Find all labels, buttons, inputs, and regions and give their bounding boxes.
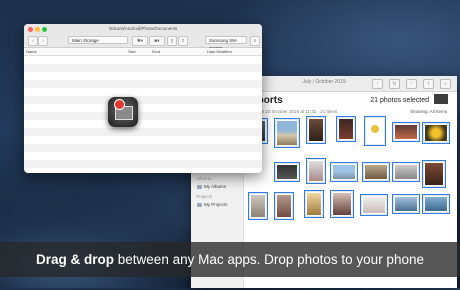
sidebar-section-albums: Albums (196, 176, 212, 181)
forward-icon[interactable]: › (38, 36, 48, 46)
photo-thumbnail[interactable] (274, 118, 300, 148)
photo-thumbnail[interactable] (336, 116, 356, 142)
storage-select[interactable]: Main Storage (68, 36, 128, 44)
showing-filter[interactable]: Showing: All Items (410, 109, 447, 114)
folder-icon (197, 184, 202, 189)
selected-count: 21 photos selected (370, 97, 429, 104)
column-size[interactable]: Size (128, 49, 136, 54)
caption-text: between any Mac apps. Drop photos to you… (114, 252, 424, 267)
upload-icon[interactable]: ⇪ (178, 36, 188, 46)
subheading-count: 21 items (320, 109, 338, 114)
photo-thumbnail[interactable] (274, 192, 294, 220)
table-row[interactable] (24, 144, 262, 152)
table-row[interactable] (24, 120, 262, 128)
rotate-icon[interactable]: ↻ (389, 79, 400, 89)
photo-thumbnail[interactable] (330, 190, 354, 218)
sidebar-item-label: My Projects (204, 202, 228, 207)
photo-thumbnail[interactable] (364, 116, 386, 146)
sidebar-item-my-albums[interactable]: My Albums (197, 184, 226, 189)
table-row[interactable] (24, 72, 262, 80)
search-icon[interactable]: ⌕ (250, 36, 260, 46)
table-row[interactable] (24, 80, 262, 88)
photo-thumbnail[interactable] (422, 122, 450, 144)
table-row[interactable] (24, 96, 262, 104)
caption-banner: Drag & drop between any Mac apps. Drop p… (0, 242, 460, 277)
table-row[interactable] (24, 104, 262, 112)
file-manager-titlebar: /sdcard/Android/Photo/Documents (24, 24, 262, 34)
column-name[interactable]: Name (26, 49, 37, 54)
photo-thumbnail[interactable] (422, 160, 446, 188)
table-row[interactable] (24, 152, 262, 160)
search-icon[interactable]: ⌕ (440, 79, 451, 89)
device-select[interactable]: Samsung SM-G930F (205, 36, 247, 51)
photo-thumbnail[interactable] (392, 122, 420, 142)
table-row[interactable] (24, 88, 262, 96)
table-row[interactable] (24, 112, 262, 120)
photo-thumbnail[interactable] (362, 162, 390, 182)
table-row[interactable] (24, 64, 262, 72)
drag-count-badge (114, 99, 125, 110)
photo-thumbnail[interactable] (422, 194, 450, 214)
table-row[interactable] (24, 56, 262, 64)
share-icon[interactable]: ↑ (372, 79, 383, 89)
table-row[interactable] (24, 136, 262, 144)
table-row[interactable] (24, 128, 262, 136)
photo-thumbnail[interactable] (248, 192, 268, 220)
gear-icon[interactable]: ✱▾ (132, 36, 148, 46)
info-icon[interactable]: i (423, 79, 434, 89)
file-manager-toolbar: ‹ › Main Storage ✱▾ ◙▾ ▯ ⇪ Samsung SM-G9… (24, 34, 262, 51)
photo-thumbnail (433, 93, 449, 105)
camera-icon[interactable]: ◙▾ (149, 36, 165, 46)
photo-thumbnail[interactable] (392, 162, 420, 182)
photo-thumbnail[interactable] (392, 194, 420, 214)
column-date-modified[interactable]: Date Modified (207, 49, 232, 54)
file-list-header: Name Size Kind Date Modified (24, 48, 262, 56)
sidebar-item-label: My Albums (204, 184, 227, 189)
document-icon[interactable]: ▯ (167, 36, 177, 46)
table-row[interactable] (24, 168, 262, 173)
heart-icon[interactable]: ♡ (406, 79, 417, 89)
file-list (24, 56, 262, 173)
file-manager-path: /sdcard/Android/Photo/Documents (108, 26, 178, 31)
file-manager-window: /sdcard/Android/Photo/Documents ‹ › Main… (24, 24, 262, 173)
photo-thumbnail[interactable] (274, 162, 300, 182)
photo-thumbnail[interactable] (306, 116, 326, 144)
table-row[interactable] (24, 160, 262, 168)
sidebar-section-projects: Projects (196, 194, 213, 199)
folder-icon (197, 202, 202, 207)
sidebar-item-my-projects[interactable]: My Projects (197, 202, 228, 207)
photo-thumbnail[interactable] (360, 194, 388, 216)
photo-thumbnail[interactable] (306, 158, 326, 184)
column-kind[interactable]: Kind (152, 49, 160, 54)
caption-bold: Drag & drop (36, 252, 115, 267)
photo-thumbnail[interactable] (330, 162, 358, 182)
back-icon[interactable]: ‹ (28, 36, 38, 46)
photo-thumbnail[interactable] (304, 190, 324, 218)
